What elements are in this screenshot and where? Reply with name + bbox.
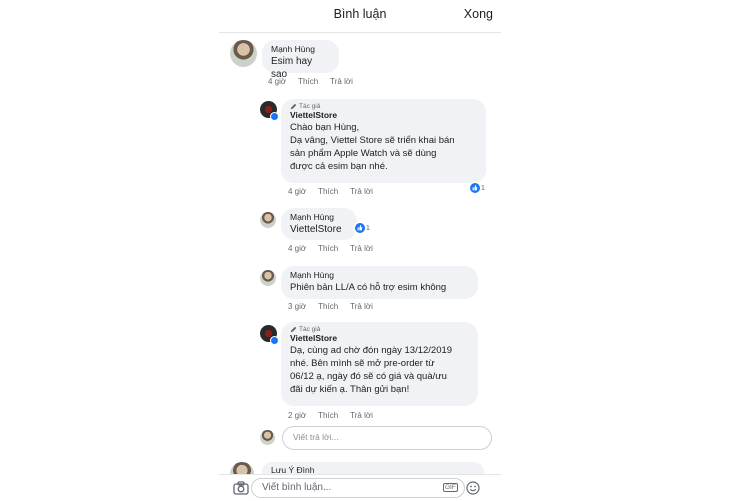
like-button[interactable]: Thích [318,187,338,196]
comment-text: Phiên bản LL/A có hỗ trợ esim không [290,282,447,293]
comment-author[interactable]: Mạnh Hùng [271,44,330,54]
comment-author[interactable]: Mạnh Hùng [290,270,469,280]
comment-actions: 4 giờ Thích Trả lời [288,244,373,253]
comment-bubble: Mạnh Hùng Esim hay sao [262,40,339,80]
comment-time: 2 giờ [288,411,307,420]
pencil-icon [290,326,297,333]
page-title: Bình luận [333,7,387,21]
comment-author[interactable]: ViettelStore [290,333,469,343]
comment-actions: 4 giờ Thích Trả lời [268,77,353,86]
comment-actions: 4 giờ Thích Trả lời [288,187,373,196]
reaction-count[interactable]: 1 [468,182,487,194]
comment-bubble: Tác giả ViettelStore Dạ, cùng ad chờ đón… [281,322,478,406]
comment-input[interactable]: Viết bình luận... [251,478,465,498]
reaction-count[interactable]: 1 [353,222,372,234]
comments-screen: Bình luận Xong Mạnh Hùng Esim hay sao 4 … [219,0,501,501]
avatar [260,430,275,445]
verified-badge-icon [270,336,279,345]
camera-icon[interactable] [233,481,249,495]
like-button[interactable]: Thích [318,244,338,253]
comment-bubble: Tác giả ViettelStore Chào bạn Hùng, Dạ v… [281,99,486,183]
header: Bình luận Xong [219,0,501,33]
reply-button[interactable]: Trả lời [350,187,373,196]
comment-time: 4 giờ [288,244,307,253]
pencil-icon [290,103,297,110]
author-tag: Tác giả [290,103,477,110]
reply-button[interactable]: Trả lời [330,77,353,86]
comment-actions: 2 giờ Thích Trả lời [288,411,373,420]
like-reaction-icon [355,223,365,233]
comment-actions: 3 giờ Thích Trả lời [288,302,373,311]
like-button[interactable]: Thích [318,302,338,311]
comment-bubble: Mạnh Hùng Phiên bản LL/A có hỗ trợ esim … [281,266,478,299]
avatar[interactable] [230,40,257,67]
reply-button[interactable]: Trả lời [350,411,373,420]
avatar[interactable] [260,212,276,228]
comment-composer: Viết bình luận... GIF [219,474,501,501]
done-button[interactable]: Xong [464,7,493,21]
avatar[interactable] [260,270,276,286]
comment-author[interactable]: Mạnh Hùng [290,212,348,222]
mention-link[interactable]: ViettelStore [290,223,348,236]
comment-time: 3 giờ [288,302,307,311]
emoji-icon[interactable] [466,481,480,495]
comment-bubble: Mạnh Hùng ViettelStore [281,208,357,240]
gif-icon[interactable]: GIF [443,483,458,492]
reply-input[interactable]: Viết trả lời... [282,426,492,450]
comment-author[interactable]: ViettelStore [290,110,477,120]
comment-text: Dạ, cùng ad chờ đón ngày 13/12/2019 nhé.… [290,345,453,395]
comment-time: 4 giờ [288,187,307,196]
comment-time: 4 giờ [268,77,287,86]
like-button[interactable]: Thích [318,411,338,420]
reply-button[interactable]: Trả lời [350,302,373,311]
reply-button[interactable]: Trả lời [350,244,373,253]
comment-text: Chào bạn Hùng, Dạ vâng, Viettel Store sẽ… [290,122,455,172]
like-button[interactable]: Thích [298,77,318,86]
verified-badge-icon [270,112,279,121]
like-reaction-icon [470,183,480,193]
author-tag: Tác giả [290,326,469,333]
